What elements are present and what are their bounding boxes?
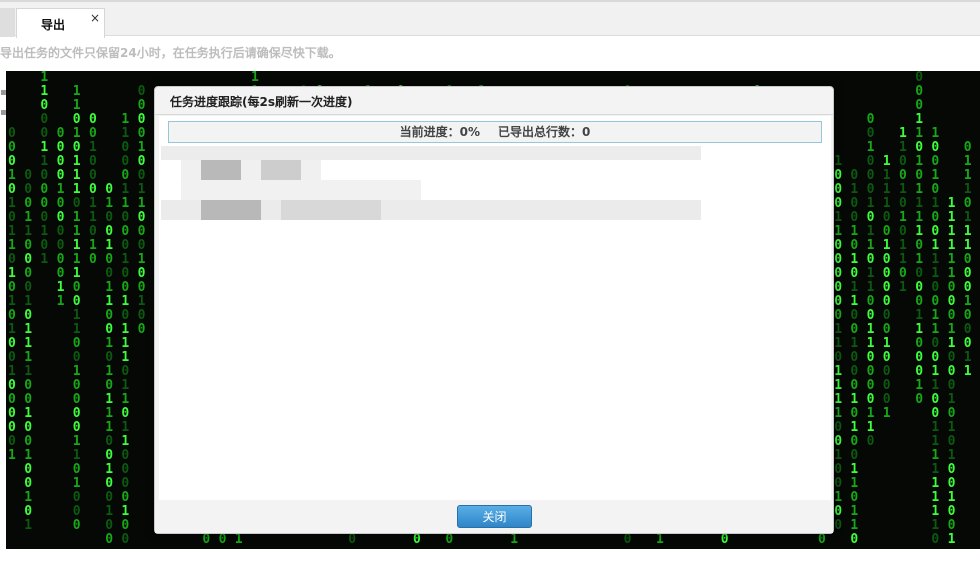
matrix-column: 0 0 1 0 0 0 1 0 1 1 0 1 1 0 0 1 1 0 0 0 … xyxy=(866,112,875,449)
matrix-column: 1 0 0 0 1 1 0 0 0 0 0 0 1 1 0 1 1 1 1 0 … xyxy=(834,154,843,533)
dialog-header: 任务进度跟踪(每2s刷新一次进度) xyxy=(155,87,833,115)
dialog-title: 任务进度跟踪(每2s刷新一次进度) xyxy=(170,95,353,109)
export-notice: 导出任务的文件只保留24小时，在任务执行后请确保尽快下载。 xyxy=(0,46,341,60)
matrix-column: 0 0 1 0 0 0 1 1 0 1 0 xyxy=(89,112,97,267)
matrix-column: 1 1 0 0 1 0 1 0 1 1 0 1 xyxy=(899,126,907,295)
progress-status: 当前进度：0% 已导出总行数：0 xyxy=(168,121,822,143)
matrix-column: 0 1 0 0 1 0 0 1 1 0 0 1 0 1 0 1 1 1 0 0 … xyxy=(105,182,114,547)
redacted-log-line xyxy=(161,146,701,160)
close-icon[interactable]: × xyxy=(90,11,100,25)
matrix-column: 1 1 0 0 0 1 1 0 0 0 0 1 0 1 xyxy=(40,71,49,267)
page-edge-marks: ▪ ▪ xyxy=(0,87,7,118)
matrix-column: 0 0 0 1 0 1 0 1 1 0 1 0 1 0 1 0 0 1 0 0 … xyxy=(8,126,16,463)
matrix-column: 0 0 0 0 1 0 0 1 1 0 0 0 1 0 0 1 0 0 xyxy=(137,84,146,337)
matrix-column: 1 1 0 0 0 1 1 0 0 0 1 0 0 1 0 1 1 1 0 1 … xyxy=(121,112,130,547)
progress-dialog: 任务进度跟踪(每2s刷新一次进度) 当前进度：0% 已导出总行数：0 关闭 xyxy=(154,86,834,534)
matrix-column: 1 1 1 1 1 1 0 0 0 1 1 0 0 0 1 0 1 0 1 0 … xyxy=(947,196,956,547)
matrix-column: 1 0 0 1 0 1 0 0 1 1 1 0 0 1 1 0 0 1 1 0 … xyxy=(931,126,940,547)
tab-bar: 导出 × xyxy=(0,0,980,38)
close-button[interactable]: 关闭 xyxy=(457,505,532,528)
redacted-log-block xyxy=(261,160,301,180)
matrix-column: 0 1 0 0 1 0 1 0 1 1 0 0 1 0 0 0 1 0 1 0 … xyxy=(850,168,859,547)
matrix-column: 1 1 0 1 0 1 1 1 0 1 1 1 1 1 0 0 1 1 0 0 … xyxy=(72,84,81,533)
tab-export-label: 导出 xyxy=(41,18,66,32)
tab-export[interactable]: 导出 × xyxy=(16,8,105,38)
dialog-footer: 关闭 xyxy=(155,500,833,533)
dialog-body: 当前进度：0% 已导出总行数：0 xyxy=(159,116,831,500)
matrix-column: 0 0 0 1 1 0 1 0 1 1 1 1 0 1 0 0 0 1 1 0 … xyxy=(915,71,924,407)
tab-scroll-left[interactable] xyxy=(0,8,15,37)
redacted-log-line xyxy=(181,180,421,200)
redacted-log-block xyxy=(201,200,261,220)
exported-rows-label: 已导出总行数：0 xyxy=(498,125,591,139)
matrix-column: 0 1 1 1 0 1 1 1 0 0 0 1 0 0 0 1 1 xyxy=(963,140,972,379)
matrix-column: 0 0 0 0 1 0 0 0 0 0 0 1 1 xyxy=(56,126,65,309)
matrix-column: 0 0 0 1 1 0 0 0 0 1 0 1 1 1 1 0 0 1 0 0 … xyxy=(24,168,33,533)
current-progress-label: 当前进度：0% xyxy=(399,125,480,139)
redacted-log-block xyxy=(281,200,381,220)
matrix-column: 1 1 1 1 0 0 1 0 0 0 0 0 0 1 0 0 0 0 1 xyxy=(882,154,891,421)
